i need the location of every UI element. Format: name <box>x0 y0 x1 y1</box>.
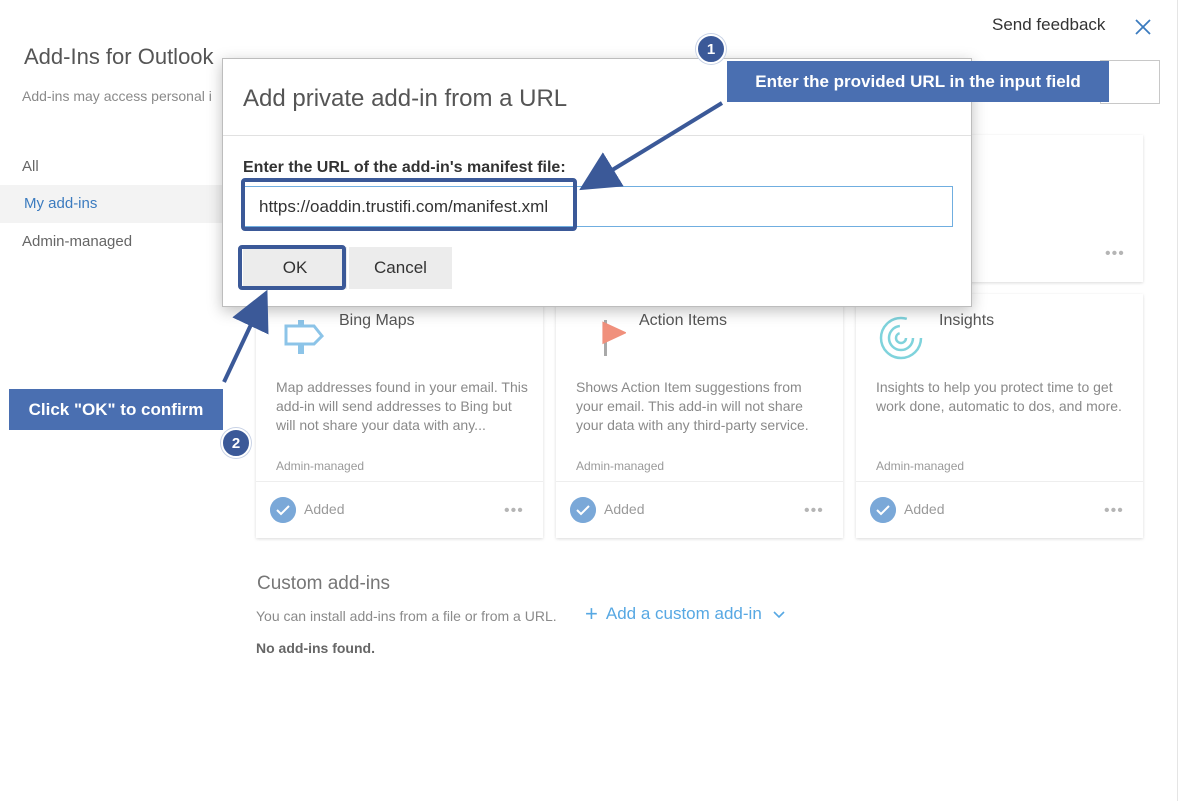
checkmark-icon <box>570 497 596 523</box>
scrollbar-track <box>1177 0 1178 801</box>
dialog-title: Add private add-in from a URL <box>243 85 568 112</box>
dialog-divider <box>223 135 971 136</box>
card-title: Bing Maps <box>339 312 415 329</box>
card-title: Insights <box>939 312 995 329</box>
insights-spiral-icon <box>879 316 923 360</box>
added-status: Added <box>604 501 645 517</box>
flag-icon <box>602 320 626 356</box>
card-managed-label: Admin-managed <box>576 459 665 473</box>
empty-state-text: No add-ins found. <box>256 640 375 656</box>
send-feedback-link[interactable]: Send feedback <box>992 15 1105 35</box>
addin-card-action-items[interactable]: Action Items Shows Action Item suggestio… <box>556 294 843 538</box>
page-subtitle: Add-ins may access personal i <box>22 88 212 104</box>
cancel-button[interactable]: Cancel <box>349 247 452 289</box>
search-box[interactable] <box>1100 60 1160 104</box>
card-managed-label: Admin-managed <box>876 459 965 473</box>
plus-icon: + <box>585 601 598 626</box>
added-status: Added <box>304 501 345 517</box>
nav-item-my-add-ins[interactable]: My add-ins <box>0 185 225 223</box>
nav-item-admin-managed[interactable]: Admin-managed <box>0 223 225 261</box>
checkmark-icon <box>870 497 896 523</box>
page-title: Add-Ins for Outlook <box>24 44 214 69</box>
nav-item-all[interactable]: All <box>0 148 225 186</box>
step-2-callout: Click "OK" to confirm <box>9 389 223 430</box>
signpost-icon <box>284 320 325 354</box>
card-divider <box>256 481 543 482</box>
custom-addins-heading: Custom add-ins <box>257 573 391 594</box>
card-divider <box>856 481 1143 482</box>
card-managed-label: Admin-managed <box>276 459 365 473</box>
step-2-badge: 2 <box>221 428 251 458</box>
addin-card-bing-maps[interactable]: Bing Maps Map addresses found in your em… <box>256 294 543 538</box>
chevron-down-icon <box>773 611 785 619</box>
card-title: Action Items <box>639 312 728 329</box>
more-options-icon[interactable]: ••• <box>504 502 524 520</box>
addin-card-insights[interactable]: Insights Insights to help you protect ti… <box>856 294 1143 538</box>
more-options-icon[interactable]: ••• <box>804 502 824 520</box>
add-custom-addin-link[interactable]: + Add a custom add-in <box>585 603 786 625</box>
checkmark-icon <box>270 497 296 523</box>
custom-addins-subtitle: You can install add-ins from a file or f… <box>256 608 557 624</box>
step-1-callout: Enter the provided URL in the input fiel… <box>727 61 1109 102</box>
card-description: Shows Action Item suggestions from your … <box>576 379 809 433</box>
more-options-icon[interactable]: ••• <box>1104 502 1124 520</box>
url-input-highlight <box>241 178 577 231</box>
close-icon[interactable] <box>1131 15 1155 39</box>
card-description: Map addresses found in your email. This … <box>276 379 528 433</box>
card-divider <box>556 481 843 482</box>
step-1-badge: 1 <box>696 34 726 64</box>
ok-button-highlight <box>238 245 346 290</box>
manifest-url-label: Enter the URL of the add-in's manifest f… <box>243 159 566 176</box>
more-options-icon[interactable]: ••• <box>1105 245 1125 263</box>
add-custom-addin-label: Add a custom add-in <box>605 604 762 623</box>
card-description: Insights to help you protect time to get… <box>876 379 1122 414</box>
added-status: Added <box>904 501 945 517</box>
